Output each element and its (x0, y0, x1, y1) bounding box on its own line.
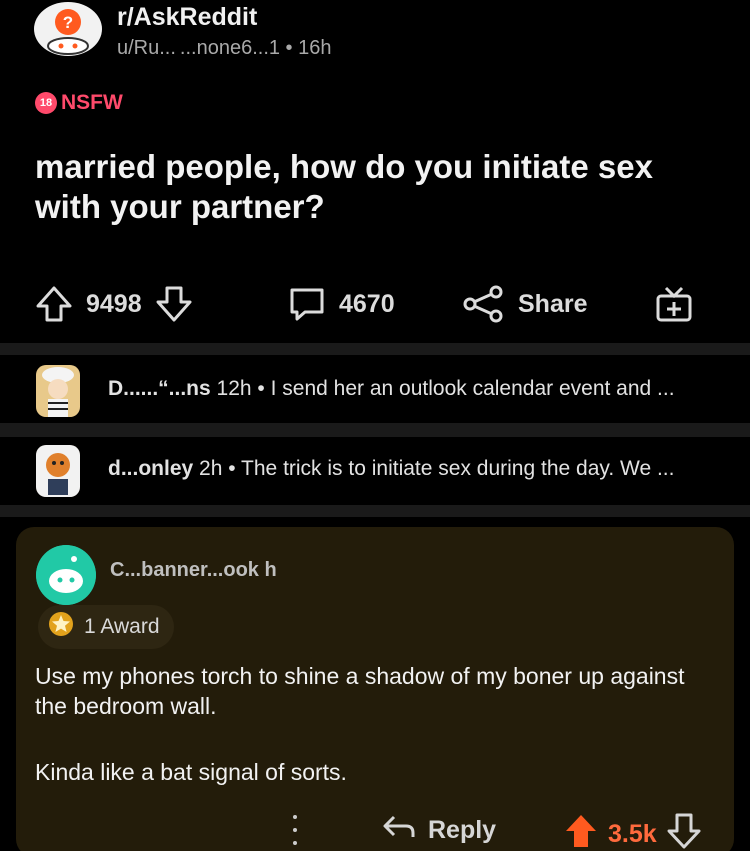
comment-preview[interactable]: D......“...ns 12h • I send her an outloo… (0, 361, 750, 421)
comment-count: 4670 (339, 289, 395, 318)
reply-icon (382, 813, 416, 848)
reply-button[interactable]: Reply (382, 813, 496, 848)
award-badge[interactable]: 1 Award (38, 605, 174, 649)
post-meta: u/Ru... ...none6...1 • 16h (117, 37, 332, 59)
vote-group: 9498 (34, 284, 194, 324)
award-gift-icon (654, 284, 694, 324)
nsfw-tag: 18 NSFW (35, 91, 123, 115)
star-award-icon (48, 611, 74, 643)
subreddit-avatar[interactable]: ? (34, 2, 102, 56)
comment-time: h (264, 559, 277, 581)
comment-vote-group: 3.5k (564, 813, 701, 851)
section-divider (0, 505, 750, 517)
downvote-icon[interactable] (667, 813, 701, 851)
comment-time: 12h (216, 377, 252, 400)
award-label: 1 Award (84, 615, 160, 638)
nsfw-18-icon: 18 (35, 92, 57, 114)
award-button[interactable] (654, 284, 694, 324)
comment-paragraph: Kinda like a bat signal of sorts. (35, 759, 347, 785)
post-title[interactable]: married people, how do you initiate sex … (35, 147, 715, 227)
comment-preview-text: D......“...ns 12h • I send her an outloo… (108, 377, 675, 400)
comment-author[interactable]: D......“...ns (108, 377, 211, 400)
comment-snippet: I send her an outlook calendar event and… (270, 377, 675, 400)
comment-icon (287, 284, 327, 324)
subreddit-name[interactable]: r/AskReddit (117, 3, 257, 32)
comment-author[interactable]: d...onley (108, 457, 193, 480)
comment-author[interactable]: C...banner...ook (110, 559, 259, 581)
comment-paragraph: Use my phones torch to shine a shadow of… (35, 663, 685, 719)
post-action-bar: 9498 4670 Share (0, 278, 750, 326)
comment-action-bar: Reply 3.5k (16, 803, 734, 851)
comment-time: 2h (199, 457, 223, 480)
share-button[interactable]: Share (462, 284, 587, 324)
upvote-icon[interactable] (564, 813, 598, 851)
avatar[interactable] (36, 545, 96, 605)
section-divider (0, 343, 750, 355)
comments-button[interactable]: 4670 (287, 284, 395, 324)
comment-preview-text: d...onley 2h • The trick is to initiate … (108, 457, 675, 480)
comment-author-line: C...banner...ook h (110, 559, 277, 582)
nsfw-label: NSFW (61, 91, 123, 114)
upvote-count: 9498 (86, 289, 142, 318)
reply-label: Reply (428, 816, 497, 844)
share-label: Share (518, 289, 588, 318)
svg-text:?: ? (63, 13, 73, 32)
comment-snippet: The trick is to initiate sex during the … (241, 457, 675, 480)
section-divider (0, 423, 750, 437)
comment-body: Use my phones torch to shine a shadow of… (35, 661, 715, 823)
downvote-icon[interactable] (154, 284, 194, 324)
more-icon[interactable] (288, 815, 302, 845)
avatar[interactable] (36, 445, 80, 497)
comment-vote-count: 3.5k (608, 820, 657, 848)
post-header: ? r/AskReddit u/Ru... ...none6...1 • 16h (0, 0, 750, 80)
highlighted-comment[interactable]: C...banner...ook h 1 Award Use my phones… (16, 527, 734, 851)
upvote-icon[interactable] (34, 284, 74, 324)
comment-preview[interactable]: d...onley 2h • The trick is to initiate … (0, 441, 750, 501)
share-icon (462, 284, 506, 324)
avatar[interactable] (36, 365, 80, 417)
